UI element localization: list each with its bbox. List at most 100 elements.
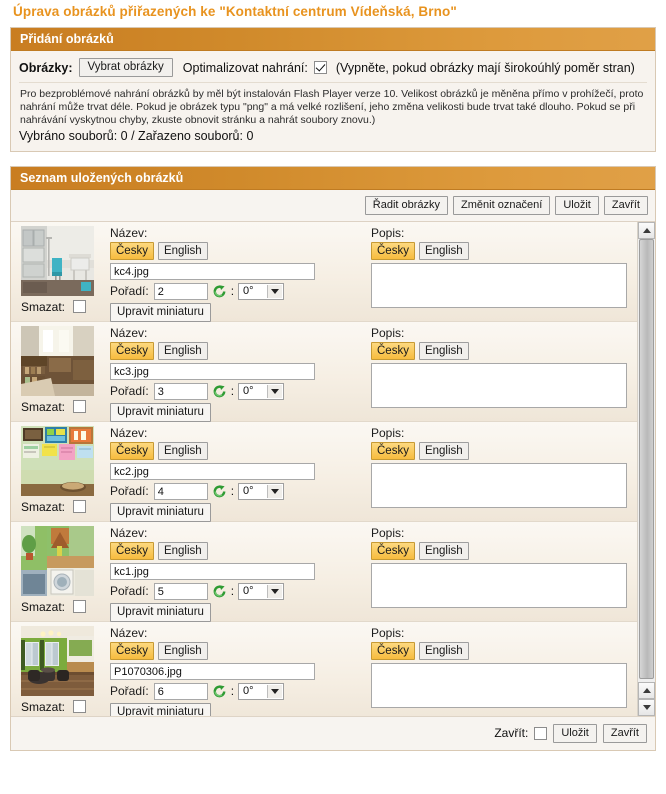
change-label-button[interactable]: Změnit označení [453, 195, 551, 215]
table-row: Smazat: Název: Česky English kc4.jpg Poř… [11, 221, 637, 322]
order-input[interactable]: 3 [153, 382, 208, 400]
description-textarea[interactable] [371, 562, 627, 608]
images-label: Obrázky: [19, 60, 73, 75]
close-checkbox[interactable] [534, 726, 548, 740]
upload-note-text: Pro bezproblémové nahrání obrázků by měl… [20, 88, 644, 127]
description-tab-en[interactable]: English [418, 541, 469, 560]
description-tab-cs[interactable]: Česky [371, 441, 415, 460]
name-tab-en[interactable]: English [157, 441, 208, 460]
filename-input[interactable]: kc4.jpg [110, 262, 315, 280]
edit-thumbnail-button[interactable]: Upravit miniaturu [110, 502, 211, 522]
thumbnail-column: Smazat: [21, 225, 103, 321]
name-tab-en[interactable]: English [157, 641, 208, 660]
scroll-up-button[interactable] [638, 221, 655, 239]
clinic-room-thumbnail[interactable] [21, 225, 94, 296]
rotate-icon[interactable] [212, 484, 227, 499]
edit-thumbnail-button[interactable]: Upravit miniaturu [110, 302, 211, 322]
name-column: Název: Česky English kc1.jpg Pořadí: 5:… [103, 525, 362, 622]
scroll-down-button[interactable] [638, 698, 655, 716]
optimize-upload-hint: (Vypněte, pokud obrázky mají širokoúhlý … [335, 60, 635, 75]
name-tab-en[interactable]: English [157, 341, 208, 360]
name-tab-cs[interactable]: Česky [110, 441, 154, 460]
filename-input[interactable]: P1070306.jpg [110, 662, 315, 680]
name-tab-cs[interactable]: Česky [110, 641, 154, 660]
bulletin-board-thumbnail[interactable] [21, 425, 94, 496]
name-tab-cs[interactable]: Česky [110, 341, 154, 360]
description-textarea[interactable] [371, 662, 627, 708]
edit-thumbnail-button[interactable]: Upravit miniaturu [110, 602, 211, 622]
name-tab-cs[interactable]: Česky [110, 541, 154, 560]
table-row: Smazat: Název: Česky English kc3.jpg Poř… [11, 321, 637, 422]
description-tab-cs[interactable]: Česky [371, 541, 415, 560]
table-row: Smazat: Název: Česky English kc2.jpg Poř… [11, 421, 637, 522]
name-language-tabs: Česky English [110, 441, 362, 460]
delete-checkbox[interactable] [73, 499, 87, 513]
description-tab-cs[interactable]: Česky [371, 241, 415, 260]
order-input[interactable]: 2 [153, 282, 208, 300]
close-button-top[interactable]: Zavřít [603, 195, 648, 215]
save-button-top[interactable]: Uložit [555, 195, 599, 215]
delete-checkbox[interactable] [73, 299, 87, 313]
optimize-upload-checkbox[interactable] [313, 61, 327, 74]
edit-thumbnail-button[interactable]: Upravit miniaturu [110, 702, 211, 716]
delete-label: Smazat: [21, 499, 66, 514]
description-label: Popis: [371, 625, 405, 640]
rotate-icon[interactable] [212, 384, 227, 399]
sort-images-button[interactable]: Řadit obrázky [364, 195, 449, 215]
office-shelves-thumbnail[interactable] [21, 325, 94, 396]
filename-input[interactable]: kc3.jpg [110, 362, 315, 380]
save-button-bottom[interactable]: Uložit [553, 723, 597, 743]
name-tab-en[interactable]: English [157, 241, 208, 260]
close-button-bottom[interactable]: Zavřít [602, 723, 647, 743]
list-scrollbar[interactable] [637, 221, 655, 716]
order-input[interactable]: 4 [153, 482, 208, 500]
filename-input[interactable]: kc1.jpg [110, 562, 315, 580]
kitchen-corner-thumbnail[interactable] [21, 525, 94, 596]
description-tab-en[interactable]: English [418, 641, 469, 660]
name-tab-en[interactable]: English [157, 541, 208, 560]
rotate-icon[interactable] [212, 684, 227, 699]
green-lounge-thumbnail[interactable] [21, 625, 94, 696]
order-input[interactable]: 5 [153, 582, 208, 600]
scrollbar-thumb[interactable] [639, 238, 654, 679]
description-tab-en[interactable]: English [418, 441, 469, 460]
delete-control: Smazat: [21, 496, 103, 514]
select-images-button[interactable]: Vybrat obrázky [78, 58, 173, 77]
rotate-icon[interactable] [212, 284, 227, 299]
rotation-select[interactable]: 0° [238, 582, 285, 600]
delete-label: Smazat: [21, 699, 66, 714]
description-textarea[interactable] [371, 362, 627, 408]
scroll-up-button-bottom[interactable] [638, 681, 655, 699]
name-language-tabs: Česky English [110, 241, 362, 260]
rotation-select[interactable]: 0° [238, 282, 285, 300]
description-textarea[interactable] [371, 262, 627, 308]
description-column: Popis: Česky English [362, 326, 637, 421]
add-images-panel-header: Přidání obrázků [11, 28, 655, 51]
name-tab-cs[interactable]: Česky [110, 241, 154, 260]
edit-thumbnail-button[interactable]: Upravit miniaturu [110, 402, 211, 422]
description-tab-cs[interactable]: Česky [371, 341, 415, 360]
rotation-select[interactable]: 0° [238, 482, 285, 500]
order-input[interactable]: 6 [153, 682, 208, 700]
list-toolbar: Řadit obrázky Změnit označení Uložit Zav… [11, 189, 655, 222]
delete-checkbox[interactable] [73, 599, 87, 613]
name-label: Název: [110, 525, 148, 540]
rotation-select[interactable]: 0° [238, 382, 285, 400]
delete-control: Smazat: [21, 396, 103, 414]
rotation-select[interactable]: 0° [238, 682, 285, 700]
rotation-colon: : [230, 684, 235, 699]
add-images-panel: Přidání obrázků Obrázky: Vybrat obrázky … [10, 27, 656, 152]
delete-checkbox[interactable] [73, 699, 87, 713]
rotation-colon: : [230, 584, 235, 599]
description-textarea[interactable] [371, 462, 627, 508]
scrollbar-track[interactable] [638, 238, 655, 682]
description-language-tabs: Česky English [371, 641, 637, 660]
delete-label: Smazat: [21, 599, 66, 614]
description-tab-en[interactable]: English [418, 341, 469, 360]
rotate-icon[interactable] [212, 584, 227, 599]
add-images-panel-body: Obrázky: Vybrat obrázky Optimalizovat na… [11, 51, 655, 151]
delete-checkbox[interactable] [73, 399, 87, 413]
filename-input[interactable]: kc2.jpg [110, 462, 315, 480]
description-tab-en[interactable]: English [418, 241, 469, 260]
description-tab-cs[interactable]: Česky [371, 641, 415, 660]
